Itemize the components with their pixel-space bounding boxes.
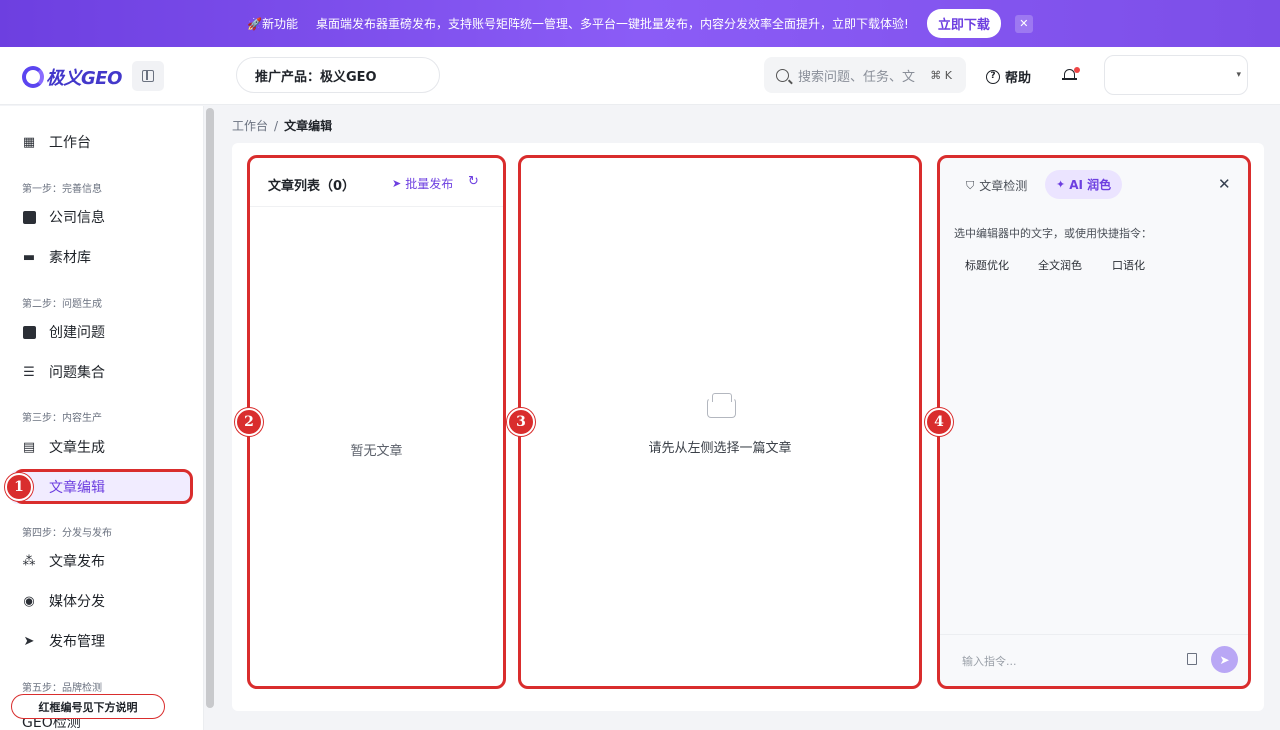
- promo-banner: 🚀新功能 桌面端发布器重磅发布，支持账号矩阵统一管理、多平台一键批量发布，内容分…: [0, 0, 1280, 47]
- sidebar-item-material-library[interactable]: ▬ 素材库: [10, 240, 192, 274]
- breadcrumb-current: 文章编辑: [284, 119, 333, 133]
- divider: [940, 634, 1248, 635]
- chevron-down-icon: ▾: [1236, 70, 1241, 80]
- sidebar-item-label: 文章生成: [49, 440, 105, 456]
- edit-icon: [22, 325, 36, 339]
- send-icon: ➤: [392, 177, 402, 190]
- logo-text: 极义GEO: [46, 68, 122, 89]
- sidebar-item-create-question[interactable]: 创建问题: [10, 315, 192, 349]
- shield-icon: ⛉: [966, 178, 975, 192]
- search-shortcut: ⌘ K: [930, 68, 952, 82]
- sidebar-item-company-info[interactable]: 公司信息: [10, 200, 192, 234]
- sidebar-collapse-button[interactable]: [132, 61, 164, 91]
- sidebar-scrollbar[interactable]: [206, 108, 214, 708]
- annotation-badge-4: 4: [925, 408, 953, 436]
- step-label: 第四步：分发与发布: [22, 528, 112, 539]
- share-icon: ⁂: [22, 553, 36, 569]
- refresh-icon[interactable]: ↻: [468, 174, 479, 189]
- logo[interactable]: 极义GEO: [22, 64, 122, 90]
- quick-action-title-optimize[interactable]: 标题优化: [965, 257, 1009, 273]
- sidebar-item-article-edit[interactable]: ✎ 文章编辑: [10, 470, 192, 504]
- sidebar-item-media-distribution[interactable]: ◉ 媒体分发: [10, 584, 192, 618]
- article-list-title: 文章列表（0）: [268, 179, 356, 194]
- step-label: 第五步：品牌检测: [22, 683, 102, 694]
- tab-ai-polish[interactable]: ✦ AI 润色: [1045, 170, 1123, 199]
- sidebar-item-label: 文章编辑: [49, 480, 105, 496]
- sidebar-item-publish-management[interactable]: ➤ 发布管理: [10, 624, 192, 658]
- tab-label: AI 润色: [1069, 178, 1112, 192]
- broadcast-icon: ◉: [23, 593, 35, 609]
- step-label: 第三步：内容生产: [22, 413, 102, 424]
- tab-label: 文章检测: [979, 179, 1028, 193]
- sidebar-item-article-generate[interactable]: ▤ 文章生成: [10, 430, 192, 464]
- sidebar-item-label: 公司信息: [49, 210, 105, 226]
- quick-action-colloquial[interactable]: 口语化: [1112, 257, 1145, 273]
- sidebar: ▦ 工作台 第一步：完善信息 公司信息 ▬ 素材库 第二步：问题生成 创建问题 …: [0, 106, 204, 730]
- sidebar-item-label: 素材库: [49, 250, 91, 266]
- product-selector[interactable]: 推广产品：极义GEO: [236, 57, 440, 93]
- step-label: 第一步：完善信息: [22, 184, 102, 195]
- help-button[interactable]: ? 帮助: [986, 67, 1031, 86]
- question-icon: ?: [986, 69, 1000, 84]
- sidebar-item-label: 工作台: [49, 135, 91, 151]
- search-input[interactable]: 搜索问题、任务、文 ⌘ K: [764, 57, 966, 93]
- document-icon[interactable]: [1187, 653, 1197, 665]
- breadcrumb-root[interactable]: 工作台: [232, 119, 268, 133]
- instruction-input[interactable]: 输入指令...: [962, 653, 1017, 669]
- editor-empty-text: 请先从左侧选择一篇文章: [648, 441, 792, 456]
- document-icon: ▤: [22, 439, 36, 455]
- app-header: 极义GEO 推广产品：极义GEO 搜索问题、任务、文 ⌘ K ? 帮助 ▾: [0, 47, 1280, 105]
- sidebar-toggle-icon: [142, 70, 154, 82]
- sidebar-item-label: 发布管理: [49, 634, 105, 650]
- sparkle-icon: ✦: [1056, 178, 1066, 191]
- sidebar-item-label: 文章发布: [49, 554, 105, 570]
- breadcrumb-separator: /: [274, 119, 279, 133]
- annotation-badge-3: 3: [507, 408, 535, 436]
- divider: [250, 206, 503, 207]
- send-button[interactable]: ➤: [1211, 646, 1238, 673]
- image-icon: [22, 210, 36, 224]
- banner-tag: 🚀新功能: [247, 17, 299, 31]
- sidebar-item-label: 创建问题: [49, 325, 105, 341]
- banner-close-icon[interactable]: ✕: [1014, 14, 1033, 33]
- sidebar-item-label: 媒体分发: [49, 594, 105, 610]
- ai-hint-text: 选中编辑器中的文字，或使用快捷指令：: [954, 227, 1152, 240]
- step-label: 第二步：问题生成: [22, 299, 102, 310]
- search-icon: [776, 68, 789, 82]
- sidebar-item-article-publish[interactable]: ⁂ 文章发布: [10, 544, 192, 578]
- sidebar-item-label: 问题集合: [49, 365, 105, 381]
- batch-publish-button[interactable]: ➤ 批量发布: [392, 175, 453, 192]
- send-icon: ➤: [23, 633, 35, 649]
- notification-dot: [1074, 67, 1080, 73]
- article-list-panel: 文章列表（0） ➤ 批量发布 ↻ 暂无文章: [249, 157, 504, 687]
- inbox-icon: [707, 393, 736, 418]
- batch-publish-label: 批量发布: [405, 177, 454, 191]
- sidebar-item-workbench[interactable]: ▦ 工作台: [10, 125, 192, 159]
- folder-icon: ▬: [22, 249, 36, 265]
- stack-icon: ☰: [23, 364, 35, 380]
- ai-panel: ⛉ 文章检测 ✦ AI 润色 ✕ 选中编辑器中的文字，或使用快捷指令： 标题优化…: [939, 157, 1249, 687]
- help-label: 帮助: [1005, 71, 1032, 86]
- editor-panel: 请先从左侧选择一篇文章: [520, 157, 920, 687]
- download-button[interactable]: 立即下载: [926, 9, 1001, 38]
- tab-article-detect[interactable]: ⛉ 文章检测: [966, 177, 1027, 194]
- empty-state-text: 暂无文章: [350, 444, 403, 459]
- quick-action-full-polish[interactable]: 全文润色: [1038, 257, 1082, 273]
- sidebar-item-question-set[interactable]: ☰ 问题集合: [10, 355, 192, 389]
- breadcrumb: 工作台 / 文章编辑: [232, 117, 332, 134]
- banner-message: 桌面端发布器重磅发布，支持账号矩阵统一管理、多平台一键批量发布，内容分发效率全面…: [316, 17, 909, 31]
- search-placeholder: 搜索问题、任务、文: [798, 69, 916, 85]
- user-menu[interactable]: ▾: [1104, 55, 1248, 95]
- annotation-note: 红框编号见下方说明: [11, 694, 165, 719]
- annotation-badge-2: 2: [235, 408, 263, 436]
- logo-mark-icon: [22, 66, 44, 88]
- grid-icon: ▦: [22, 134, 36, 150]
- annotation-badge-1: 1: [5, 473, 33, 501]
- notification-bell-icon[interactable]: [1062, 67, 1080, 83]
- close-icon[interactable]: ✕: [1218, 175, 1231, 193]
